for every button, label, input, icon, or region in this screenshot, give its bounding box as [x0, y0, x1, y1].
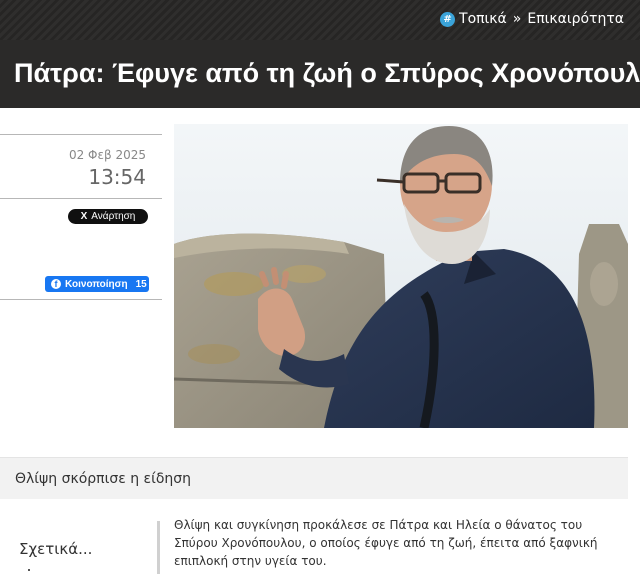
related-list-bullet	[28, 569, 30, 571]
article-time: 13:54	[88, 165, 146, 189]
related-heading: Σχετικά...	[19, 540, 93, 558]
facebook-share-label: Κοινοποίηση	[65, 278, 128, 290]
tweet-button[interactable]: X Ανάρτηση	[68, 209, 148, 224]
breadcrumb-category-link[interactable]: Τοπικά	[459, 11, 507, 27]
tweet-button-label: Ανάρτηση	[91, 211, 136, 222]
facebook-logo-icon: f	[51, 279, 61, 289]
meta-divider	[0, 198, 162, 199]
x-logo-icon: X	[80, 211, 88, 222]
article-lead-box: Θλίψη σκόρπισε η είδηση	[0, 457, 628, 499]
article-date: 02 Φεβ 2025	[68, 148, 146, 162]
content-divider	[157, 521, 160, 574]
breadcrumb-separator: »	[512, 11, 522, 27]
breadcrumb-subcategory-link[interactable]: Επικαιρότητα	[527, 11, 624, 27]
article-lead: Θλίψη σκόρπισε η είδηση	[15, 471, 192, 487]
article-body: Θλίψη και συγκίνηση προκάλεσε σε Πάτρα κ…	[174, 518, 598, 568]
meta-divider	[0, 299, 162, 300]
site-header: # Τοπικά » Επικαιρότητα Πάτρα: Έφυγε από…	[0, 0, 640, 108]
hashtag-icon: #	[440, 11, 456, 27]
meta-divider	[0, 134, 162, 135]
article-title: Πάτρα: Έφυγε από τη ζωή ο Σπύρος Χρονόπο…	[14, 58, 640, 88]
article-photo	[174, 124, 628, 428]
facebook-share-count: 15	[135, 278, 147, 290]
article-meta-panel: 02 Φεβ 2025 13:54 X Ανάρτηση f Κοινοποίη…	[0, 134, 162, 300]
facebook-share-button[interactable]: f Κοινοποίηση 15	[45, 276, 149, 292]
breadcrumb: # Τοπικά » Επικαιρότητα	[440, 11, 624, 27]
